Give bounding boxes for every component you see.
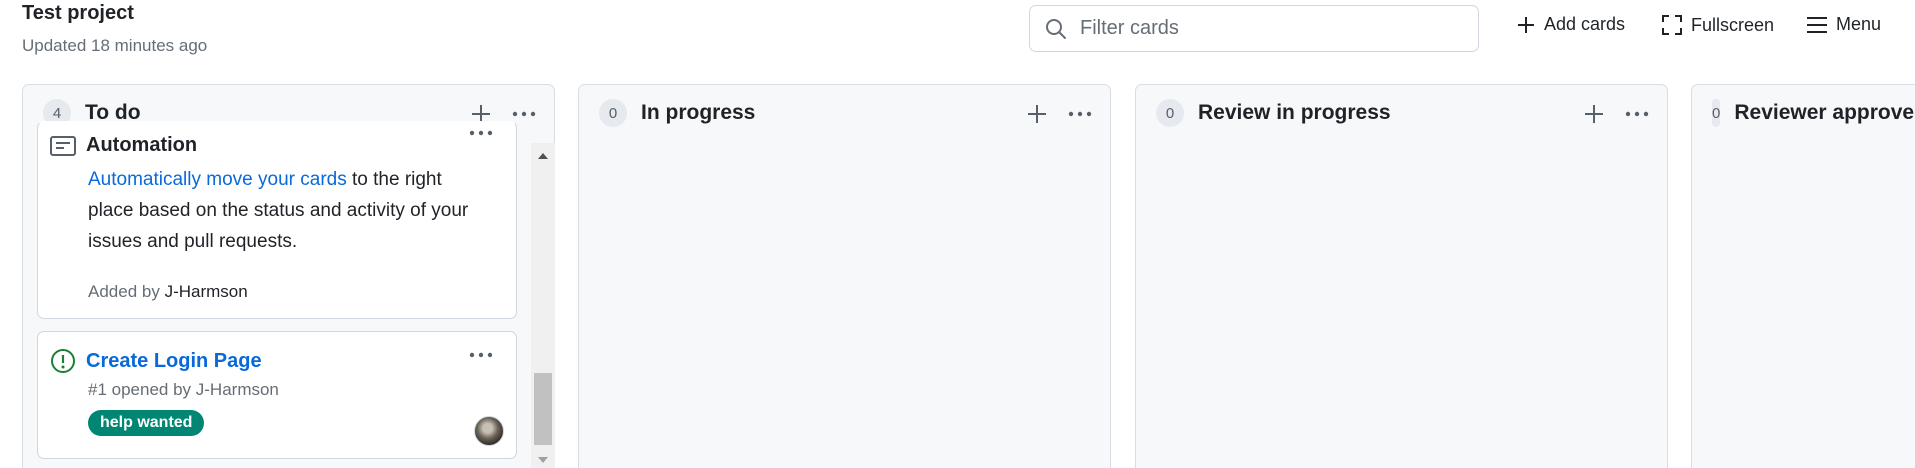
column-card-count: 0 xyxy=(1156,99,1184,127)
column-more-icon[interactable] xyxy=(1067,103,1093,125)
fullscreen-button[interactable]: Fullscreen xyxy=(1661,14,1774,36)
search-icon xyxy=(1046,18,1066,39)
added-by-prefix: Added by xyxy=(88,282,165,301)
note-title-row: Automation xyxy=(50,134,197,157)
card-more-icon[interactable] xyxy=(468,344,494,366)
fullscreen-label: Fullscreen xyxy=(1691,14,1775,35)
column-in-progress: 0 In progress xyxy=(578,84,1111,468)
hamburger-menu-icon xyxy=(1807,16,1827,33)
project-title: Test project xyxy=(22,2,134,24)
fullscreen-icon xyxy=(1662,15,1682,35)
card-more-icon[interactable] xyxy=(468,122,494,144)
scroll-down-arrow-icon[interactable] xyxy=(538,457,548,463)
note-title: Automation xyxy=(86,134,198,156)
issue-card-create-login-page[interactable]: Create Login Page #1 opened by J-Harmson… xyxy=(37,331,517,459)
added-by-user[interactable]: J-Harmson xyxy=(165,282,248,301)
column-card-count: 0 xyxy=(1712,99,1721,127)
scrollbar-thumb[interactable] xyxy=(534,373,552,445)
avatar[interactable] xyxy=(474,416,504,446)
column-title: Reviewer approved xyxy=(1734,101,1915,124)
column-header: 0 Reviewer approved xyxy=(1692,85,1915,141)
issue-opened-icon xyxy=(51,349,75,373)
note-card-automation[interactable]: Automation Automatically move your cards… xyxy=(37,121,517,319)
column-review-in-progress: 0 Review in progress xyxy=(1135,84,1668,468)
label-help-wanted[interactable]: help wanted xyxy=(88,410,205,436)
automation-link[interactable]: Automatically move your cards xyxy=(88,169,347,190)
filter-cards-box[interactable] xyxy=(1029,5,1479,52)
column-scrollbar[interactable] xyxy=(531,143,555,468)
note-icon xyxy=(50,135,76,156)
column-more-icon[interactable] xyxy=(1624,103,1650,125)
filter-cards-input[interactable] xyxy=(1080,17,1460,40)
column-to-do: 4 To do Automation Automatically move yo… xyxy=(22,84,555,468)
column-more-icon[interactable] xyxy=(511,103,537,125)
column-title: Review in progress xyxy=(1198,101,1391,124)
note-body: Automatically move your cards to the rig… xyxy=(88,164,488,257)
column-title: In progress xyxy=(641,101,756,124)
issue-meta: #1 opened by J-Harmson xyxy=(88,380,279,399)
plus-icon xyxy=(1518,16,1534,33)
updated-timestamp: Updated 18 minutes ago xyxy=(22,36,208,55)
column-reviewer-approved: 0 Reviewer approved xyxy=(1691,84,1915,468)
add-card-plus-icon[interactable] xyxy=(1583,103,1605,125)
column-card-count: 0 xyxy=(599,99,627,127)
added-by: Added by J-Harmson xyxy=(88,282,248,302)
add-cards-label: Add cards xyxy=(1544,14,1626,34)
scroll-up-arrow-icon[interactable] xyxy=(538,153,548,159)
issue-title-row: Create Login Page xyxy=(50,348,262,374)
add-cards-button[interactable]: Add cards xyxy=(1516,14,1625,35)
add-card-plus-icon[interactable] xyxy=(1026,103,1048,125)
menu-label: Menu xyxy=(1836,14,1882,34)
menu-button[interactable]: Menu xyxy=(1806,14,1881,35)
issue-title-link[interactable]: Create Login Page xyxy=(86,350,262,373)
